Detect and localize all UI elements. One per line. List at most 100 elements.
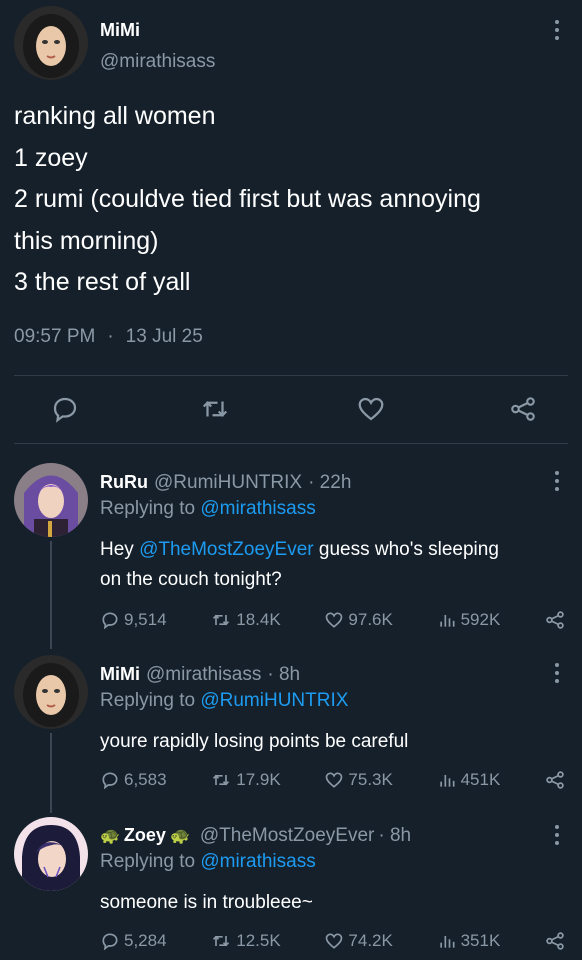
reply-icon (102, 612, 118, 630)
like-icon (326, 933, 343, 949)
text-part: Hey (100, 539, 140, 560)
replying-mention[interactable]: @RumiHUNTRIX (200, 690, 348, 711)
like-button[interactable]: 74.2K (324, 931, 393, 951)
reply-text: someone is in troubleee~ (100, 892, 313, 913)
retweet-icon (213, 935, 230, 947)
author-name[interactable]: MiMi (100, 20, 140, 41)
tweet-line: this morning) (14, 226, 159, 255)
retweet-count: 18.4K (236, 610, 281, 629)
turtle-emoji-icon: 🐢 (169, 828, 190, 845)
retweet-button[interactable]: 12.5K (210, 931, 281, 951)
share-icon[interactable] (508, 394, 538, 424)
tweet-age[interactable]: · 8h (267, 664, 300, 686)
like-count: 74.2K (348, 931, 393, 950)
reply-action-bar: 9,514 18.4K 97.6K 592K (100, 609, 566, 631)
replying-to: Replying to @RumiHUNTRIX (100, 690, 348, 712)
reply-count: 9,514 (124, 610, 167, 629)
thread-line (50, 733, 52, 813)
share-icon (546, 771, 564, 789)
reply-action-bar: 6,583 17.9K 75.3K 451K (100, 769, 566, 791)
retweet-button[interactable]: 17.9K (210, 770, 281, 790)
tweet-line: 2 rumi (couldve tied first but was annoy… (14, 185, 481, 213)
like-icon (326, 612, 343, 628)
reply-text: youre rapidly losing points be careful (100, 731, 409, 752)
more-options-icon[interactable] (554, 825, 560, 845)
like-button[interactable]: 97.6K (324, 610, 393, 630)
like-button[interactable]: 75.3K (324, 770, 393, 790)
divider (14, 375, 568, 376)
replying-label: Replying to (100, 690, 196, 711)
turtle-emoji-icon: 🐢 (100, 828, 120, 845)
replying-label: Replying to (100, 851, 196, 872)
like-count: 75.3K (348, 770, 393, 789)
like-icon (326, 772, 343, 788)
more-options-icon[interactable] (554, 471, 560, 491)
replying-mention[interactable]: @mirathisass (200, 498, 315, 519)
views-icon (439, 936, 455, 948)
tweet-line: 3 the rest of yall (14, 268, 191, 296)
author-name[interactable]: MiMi (100, 664, 140, 685)
retweet-count: 12.5K (236, 931, 281, 950)
tweet-line: 1 zoey (14, 143, 88, 172)
view-count: 592K (460, 610, 501, 629)
author-handle[interactable]: @TheMostZoeyEver (200, 825, 375, 847)
reply-icon[interactable] (50, 394, 80, 424)
reply-button[interactable]: 9,514 (100, 610, 167, 630)
retweet-icon (213, 774, 230, 786)
retweet-count: 17.9K (236, 770, 281, 789)
tweet-age[interactable]: · 22h (308, 472, 351, 494)
more-options-icon[interactable] (554, 20, 560, 40)
share-icon (546, 611, 564, 629)
divider (14, 443, 568, 444)
author-handle[interactable]: @RumiHUNTRIX (154, 472, 302, 494)
reply-header: 🐢 Zoey 🐢 @TheMostZoeyEver · 8h (100, 825, 411, 847)
reply-button[interactable]: 5,284 (100, 931, 167, 951)
reply-icon (102, 933, 118, 951)
like-count: 97.6K (348, 610, 393, 629)
tweet-text: ranking all women 1 zoey 2 rumi (couldve… (14, 96, 481, 304)
reply-action-bar: 5,284 12.5K 74.2K 351K (100, 930, 566, 952)
avatar[interactable] (14, 655, 88, 729)
share-icon (546, 932, 564, 950)
replying-to: Replying to @mirathisass (100, 851, 316, 873)
retweet-icon[interactable] (200, 394, 230, 424)
view-count: 351K (460, 931, 501, 950)
text-part: on the couch tonight? (100, 569, 282, 590)
author-handle[interactable]: @mirathisass (100, 51, 215, 73)
retweet-button[interactable]: 18.4K (210, 610, 281, 630)
more-options-icon[interactable] (554, 663, 560, 683)
text-part: guess who's sleeping (313, 539, 499, 560)
avatar[interactable] (14, 463, 88, 537)
reply-count: 5,284 (124, 931, 167, 950)
main-action-bar (50, 394, 540, 424)
replying-to: Replying to @mirathisass (100, 498, 316, 520)
tweet-date: 13 Jul 25 (125, 326, 203, 347)
tweet-line: ranking all women (14, 102, 216, 130)
share-button[interactable] (544, 930, 566, 952)
reply-header: MiMi @mirathisass · 8h (100, 664, 300, 686)
author-name[interactable]: Zoey (124, 825, 166, 846)
mention-link[interactable]: @TheMostZoeyEver (139, 539, 314, 560)
views-button[interactable]: 351K (437, 931, 501, 951)
avatar[interactable] (14, 6, 88, 80)
reply-button[interactable]: 6,583 (100, 770, 167, 790)
thread-line (50, 541, 52, 649)
share-button[interactable] (544, 769, 566, 791)
author-handle[interactable]: @mirathisass (146, 664, 261, 686)
reply-text: Hey @TheMostZoeyEver guess who's sleepin… (100, 535, 499, 595)
author-name[interactable]: RuRu (100, 472, 148, 493)
replying-mention[interactable]: @mirathisass (200, 851, 315, 872)
tweet-time: 09:57 PM (14, 326, 96, 347)
like-icon[interactable] (356, 394, 386, 424)
replying-label: Replying to (100, 498, 196, 519)
tweet-age[interactable]: · 8h (378, 825, 411, 847)
separator-dot: · (107, 326, 114, 347)
avatar[interactable] (14, 817, 88, 891)
reply-header: RuRu @RumiHUNTRIX · 22h (100, 472, 351, 494)
views-button[interactable]: 592K (437, 610, 501, 630)
view-count: 451K (460, 770, 501, 789)
views-button[interactable]: 451K (437, 770, 501, 790)
tweet-timestamp[interactable]: 09:57 PM · 13 Jul 25 (14, 326, 203, 348)
share-button[interactable] (544, 609, 566, 631)
views-icon (439, 615, 455, 627)
